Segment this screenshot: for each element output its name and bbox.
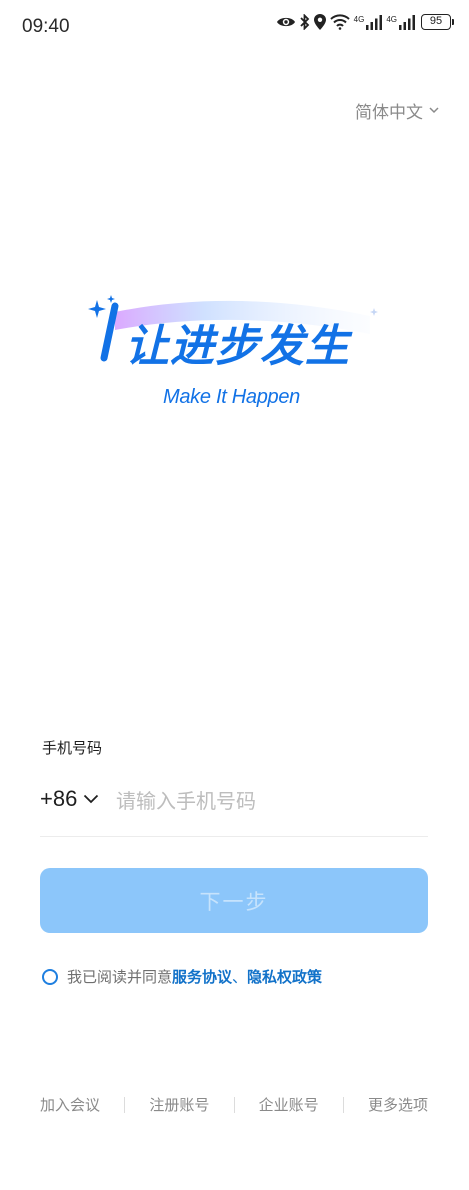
register-account-link[interactable]: 注册账号 (149, 1090, 209, 1119)
signal-icon (399, 15, 415, 30)
language-label: 简体中文 (355, 103, 423, 123)
divider (342, 1096, 344, 1113)
agreement-prefix: 我已阅读并同意 (67, 968, 173, 986)
network-type-label: 4G (386, 15, 397, 24)
battery-indicator: 95 (421, 14, 454, 30)
service-agreement-link[interactable]: 服务协议 (172, 966, 232, 987)
privacy-policy-link[interactable]: 隐私权政策 (247, 966, 322, 987)
signal-icon (366, 15, 383, 30)
bluetooth-icon (300, 14, 309, 30)
network-type-label: 4G (353, 15, 365, 24)
wifi-icon (329, 14, 350, 30)
agreement-row: 我已阅读并同意 服务协议 、 隐私权政策 (42, 966, 322, 987)
eye-icon (276, 17, 295, 27)
language-selector[interactable]: 简体中文 (355, 98, 439, 123)
agreement-separator: 、 (232, 968, 248, 986)
divider (233, 1096, 235, 1113)
bottom-options: 加入会议 注册账号 企业账号 更多选项 (40, 1090, 428, 1119)
enterprise-account-link[interactable]: 企业账号 (259, 1090, 319, 1119)
phone-number-label: 手机号码 (42, 739, 103, 757)
slogan-chinese: 让进步发生 (125, 321, 350, 372)
status-icons: 4G 4G 95 (276, 14, 454, 30)
phone-input-row: +86 (40, 780, 428, 837)
country-code-value: +86 (40, 786, 78, 811)
agreement-checkbox[interactable] (42, 968, 58, 985)
slogan-logo: 让进步发生 Make It Happen (85, 290, 385, 420)
next-step-button[interactable]: 下一步 (40, 868, 428, 933)
status-bar: 09:40 4G 4G 95 (0, 0, 469, 56)
slogan-english: Make It Happen (163, 386, 300, 408)
join-meeting-link[interactable]: 加入会议 (40, 1090, 100, 1119)
more-options-link[interactable]: 更多选项 (368, 1090, 428, 1119)
divider (124, 1096, 126, 1113)
chevron-down-icon (84, 794, 99, 804)
location-icon (313, 14, 326, 30)
phone-number-input[interactable] (116, 786, 416, 816)
country-code-selector[interactable]: +86 (40, 786, 99, 812)
sparkle-icon (88, 300, 106, 318)
chevron-down-icon (429, 107, 439, 114)
status-time: 09:40 (22, 16, 70, 37)
